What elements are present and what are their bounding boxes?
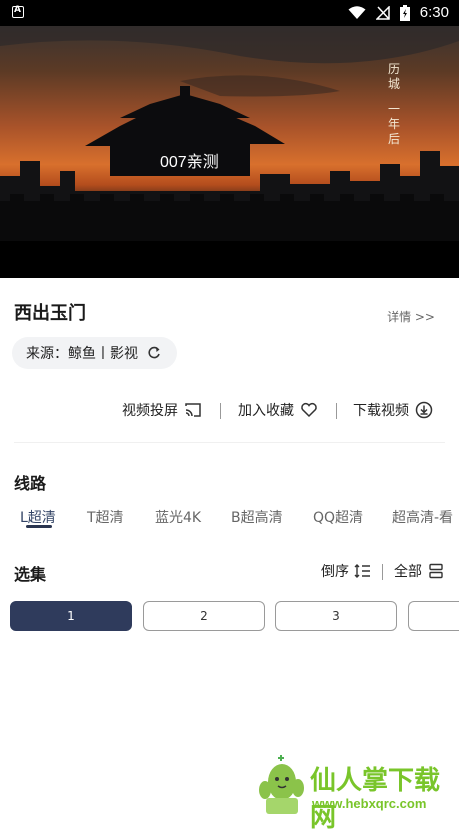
favorite-label: 加入收藏 — [238, 403, 294, 419]
source-label: 来源：鲸鱼丨影视 — [26, 346, 138, 362]
cast-button[interactable]: 视频投屏 — [122, 400, 202, 420]
divider — [220, 403, 221, 419]
wifi-icon — [348, 5, 366, 19]
cast-label: 视频投屏 — [122, 403, 178, 419]
sort-order-label: 倒序 — [321, 564, 349, 580]
battery-icon — [399, 4, 410, 21]
grid-icon — [429, 563, 443, 579]
calligraphy-text: 一年后 — [387, 102, 400, 146]
section-divider — [14, 442, 445, 443]
download-button[interactable]: 下载视频 — [353, 400, 433, 420]
divider — [382, 564, 383, 580]
source-selector[interactable]: 来源：鲸鱼丨影视 — [12, 337, 177, 369]
heart-icon — [301, 402, 317, 418]
route-tab[interactable]: 蓝光4K — [155, 507, 201, 527]
cast-icon — [185, 403, 201, 417]
episode-button[interactable]: 2 — [143, 601, 265, 631]
details-link[interactable]: 详情 >> — [387, 308, 435, 325]
clock: 6:30 — [419, 4, 449, 21]
status-bar: A 6:30 — [0, 0, 459, 26]
episode-button[interactable]: 3 — [275, 601, 397, 631]
sort-order-button[interactable]: 倒序 — [321, 561, 372, 581]
episodes-title: 选集 — [14, 565, 47, 584]
watermark-url: www.hebxqrc.com — [312, 796, 427, 811]
route-tab[interactable]: B超高清 — [231, 507, 283, 527]
divider — [336, 403, 337, 419]
all-episodes-button[interactable]: 全部 — [394, 561, 444, 581]
sort-icon — [354, 564, 370, 578]
actions-bar: 视频投屏 加入收藏 下载视频 — [0, 400, 459, 424]
cactus-logo — [259, 755, 304, 814]
route-tab[interactable]: T超清 — [87, 507, 124, 527]
video-title: 西出玉门 — [14, 303, 86, 324]
route-tab[interactable]: L超清 — [20, 507, 56, 527]
active-route-indicator — [26, 525, 52, 528]
refresh-icon[interactable] — [146, 345, 162, 361]
episode-button[interactable] — [408, 601, 459, 631]
watermark: 仙人掌下载网 www.hebxqrc.com — [250, 752, 459, 833]
video-overlay-label: 007亲测 — [160, 154, 219, 171]
download-label: 下载视频 — [353, 403, 409, 419]
episode-button[interactable]: 1 — [10, 601, 132, 631]
route-tab[interactable]: QQ超清 — [313, 507, 363, 527]
app-notification-icon: A — [12, 5, 24, 18]
favorite-button[interactable]: 加入收藏 — [238, 400, 318, 420]
calligraphy-text: 历城 — [387, 62, 400, 91]
routes-title: 线路 — [14, 474, 47, 493]
video-player[interactable]: 历城 一年后 007亲测 — [0, 26, 459, 278]
download-icon — [415, 401, 433, 419]
signal-off-icon — [375, 5, 390, 20]
route-tab[interactable]: 超高清-看 — [392, 507, 459, 527]
all-episodes-label: 全部 — [394, 564, 422, 580]
